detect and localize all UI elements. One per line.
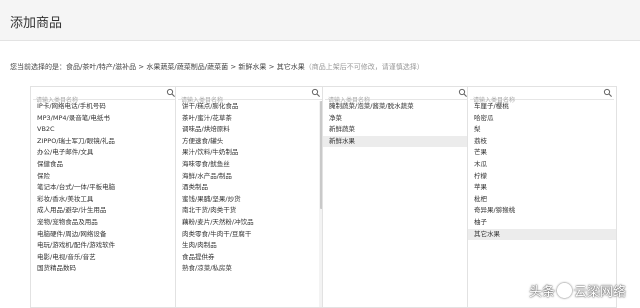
- breadcrumb: 您当前选择的是：食品/茶叶/特产/滋补品 > 水果蔬菜/蔬菜制品/蔬菜菌 > 新…: [10, 62, 424, 72]
- category-search-2: [178, 87, 322, 106]
- category-item[interactable]: 成人用品/避孕/计生用品: [31, 205, 179, 217]
- category-item[interactable]: 茶叶/蜜汁/花草茶: [176, 113, 324, 125]
- category-item[interactable]: 柠檬: [468, 171, 616, 183]
- category-item[interactable]: 酒类制品: [176, 182, 324, 194]
- search-icon[interactable]: [311, 88, 321, 98]
- category-item[interactable]: 木瓜: [468, 159, 616, 171]
- category-item[interactable]: 保险: [31, 171, 179, 183]
- category-item[interactable]: 食品提供券: [176, 252, 324, 264]
- breadcrumb-prefix: 您当前选择的是：: [10, 63, 66, 71]
- category-item[interactable]: 柚子: [468, 217, 616, 229]
- watermark-name: 云梁网络: [573, 285, 626, 300]
- category-item[interactable]: 苹果: [468, 182, 616, 194]
- watermark: 头条 云梁网络: [529, 281, 626, 300]
- category-item[interactable]: 电影/电视/音乐/音艺: [31, 252, 179, 264]
- category-item[interactable]: 其它水果: [468, 228, 616, 241]
- category-item[interactable]: 蜜饯/果脯/坚果/炒货: [176, 194, 324, 206]
- category-item[interactable]: IP卡/网络电话/手机号码: [31, 101, 179, 113]
- category-item[interactable]: 净菜: [323, 113, 471, 125]
- category-item[interactable]: 调味品/烘焙原料: [176, 124, 324, 136]
- category-item[interactable]: 新鲜水果: [323, 135, 471, 148]
- category-search-1: [33, 87, 177, 106]
- category-item[interactable]: 办公/电子邮件/文具: [31, 147, 179, 159]
- category-item[interactable]: 肉类零食/牛肉干/豆腐干: [176, 229, 324, 241]
- category-item[interactable]: 枇杷: [468, 194, 616, 206]
- category-item[interactable]: 方便速食/罐头: [176, 136, 324, 148]
- category-item[interactable]: 藕粉/麦片/天然粉/冲饮品: [176, 217, 324, 229]
- category-item[interactable]: ZIPPO/瑞士军刀/眼镜/礼品: [31, 136, 179, 148]
- category-search-4: [470, 87, 614, 106]
- category-list: 腌制蔬菜/泡菜/酱菜/脱水蔬菜 净菜 新鲜蔬菜 新鲜水果: [323, 101, 471, 307]
- category-item[interactable]: 新鲜蔬菜: [323, 124, 471, 136]
- category-item[interactable]: 南北干货/肉类干货: [176, 205, 324, 217]
- category-column-3: 腌制蔬菜/泡菜/酱菜/脱水蔬菜净菜新鲜蔬菜新鲜水果: [322, 86, 472, 308]
- category-column-4: 车厘子/樱桃哈密瓜梨荔枝芒果木瓜柠檬苹果枇杷奇异果/猕猴桃柚子其它水果: [467, 86, 617, 308]
- category-item[interactable]: 奇异果/猕猴桃: [468, 205, 616, 217]
- category-list: 车厘子/樱桃 哈密瓜梨荔枝 芒果 木瓜 柠檬 苹果 枇杷 奇异果/猕猴桃 柚子 其它水果: [468, 101, 616, 307]
- category-item[interactable]: 腌制蔬菜/泡菜/酱菜/脱水蔬菜: [323, 101, 471, 113]
- category-item[interactable]: 宠物/宠物食品及用品: [31, 217, 179, 229]
- category-item[interactable]: 芒果: [468, 147, 616, 159]
- page-title: 添加商品: [10, 16, 63, 31]
- watermark-prefix: 头条: [528, 285, 555, 300]
- category-list: 饼干/糕点/膨化食品 茶叶/蜜汁/花草茶 调味品/烘焙原料 方便速食/罐头 果汁/饮料/…: [176, 101, 324, 307]
- category-item[interactable]: 果汁/饮料/牛奶制品: [176, 147, 324, 159]
- category-item[interactable]: 海鲜/水产品/制品: [176, 171, 324, 183]
- category-item[interactable]: 海味零食/鱿鱼丝: [176, 159, 324, 171]
- category-item[interactable]: 饼干/糕点/膨化食品: [176, 101, 324, 113]
- category-item[interactable]: 电玩/游戏机/配件/游戏软件: [31, 240, 179, 252]
- category-item[interactable]: 生肉/肉制品: [176, 240, 324, 252]
- header-bar: 添加商品: [0, 0, 640, 41]
- category-column-2: 饼干/糕点/膨化食品茶叶/蜜汁/花草茶调味品/烘焙原料方便速食/罐头果汁/饮料/…: [175, 86, 325, 308]
- category-item[interactable]: 梨: [468, 124, 616, 136]
- search-icon[interactable]: [603, 88, 613, 98]
- category-item[interactable]: MP3/MP4/录音笔/电纸书: [31, 113, 179, 125]
- category-item[interactable]: 熟食/凉菜/私房菜: [176, 263, 324, 275]
- breadcrumb-note: （商品上架后不可修改，请谨慎选择）: [304, 63, 424, 71]
- category-item[interactable]: VB2C: [31, 124, 179, 136]
- category-item[interactable]: 哈密瓜: [468, 113, 616, 125]
- category-list: IP卡/网络电话/手机号码 MP3/MP4/录音笔/电纸书 VB2C ZIPPO/瑞士…: [31, 101, 179, 307]
- category-search-3: [325, 87, 469, 106]
- category-item[interactable]: 荔枝: [468, 136, 616, 148]
- category-item[interactable]: 笔记本/台式/一体/平板电脑: [31, 182, 179, 194]
- category-item[interactable]: 国货精品数码: [31, 263, 179, 275]
- category-item[interactable]: 车厘子/樱桃: [468, 101, 616, 113]
- category-item[interactable]: 保健食品: [31, 159, 179, 171]
- at-icon: [556, 283, 572, 298]
- category-item[interactable]: 电脑硬件/周边/网络设备: [31, 229, 179, 241]
- category-item[interactable]: 彩妆/香水/美妆工具: [31, 194, 179, 206]
- breadcrumb-path: 食品/茶叶/特产/滋补品 > 水果蔬菜/蔬菜制品/蔬菜菌 > 新鲜水果 > 其它…: [66, 63, 305, 71]
- category-column-1: IP卡/网络电话/手机号码MP3/MP4/录音笔/电纸书VB2CZIPPO/瑞士…: [30, 86, 180, 308]
